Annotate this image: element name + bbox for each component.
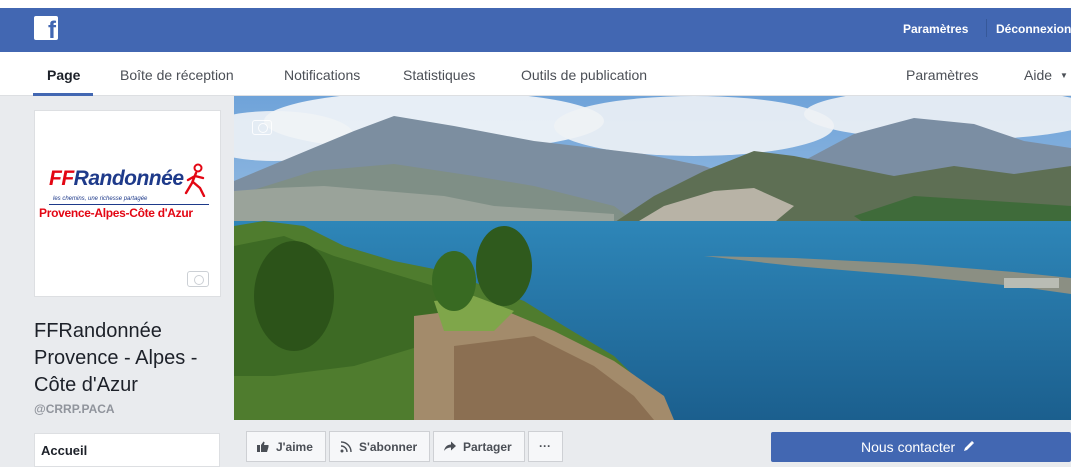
facebook-blue-bar: f Paramètres Déconnexion <box>0 8 1071 52</box>
hiker-logo-icon <box>184 163 206 197</box>
page-username[interactable]: @CRRP.PACA <box>34 402 115 416</box>
tab-notifications[interactable]: Notifications <box>284 67 360 83</box>
thumbs-up-icon <box>257 441 269 452</box>
top-settings-link[interactable]: Paramètres <box>903 22 968 36</box>
facebook-logo[interactable]: f <box>34 16 58 40</box>
rss-icon <box>340 441 352 453</box>
tab-publishing-tools[interactable]: Outils de publication <box>521 67 647 83</box>
tab-inbox[interactable]: Boîte de réception <box>120 67 234 83</box>
cover-photo[interactable] <box>234 96 1071 420</box>
sidebar-item-home[interactable]: Accueil <box>34 433 220 467</box>
lake-landscape-image <box>234 96 1071 420</box>
follow-button[interactable]: S'abonner <box>329 431 430 462</box>
like-button[interactable]: J'aime <box>246 431 326 462</box>
page-title: FFRandonnée Provence - Alpes - Côte d'Az… <box>34 320 198 396</box>
page-tab-bar: Page Boîte de réception Notifications St… <box>0 52 1071 96</box>
logo-region: Provence-Alpes-Côte d'Azur <box>39 206 193 220</box>
tab-statistics[interactable]: Statistiques <box>403 67 475 83</box>
chevron-down-icon[interactable]: ▼ <box>1060 71 1068 80</box>
tab-page[interactable]: Page <box>47 67 80 83</box>
logo-wordmark: FFRandonnée <box>49 167 184 190</box>
tab-help[interactable]: Aide <box>1024 67 1052 83</box>
logo-divider <box>49 204 209 205</box>
logout-link[interactable]: Déconnexion <box>996 22 1071 36</box>
camera-icon[interactable] <box>187 271 209 287</box>
pencil-icon <box>964 441 974 451</box>
ellipsis-icon: ··· <box>539 439 551 453</box>
logo-tagline: les chemins, une richesse partagée <box>53 196 148 202</box>
contact-us-button[interactable]: Nous contacter <box>771 432 1071 462</box>
tab-settings[interactable]: Paramètres <box>906 67 978 83</box>
more-options-button[interactable]: ··· <box>528 431 563 462</box>
share-arrow-icon <box>444 441 456 451</box>
share-button[interactable]: Partager <box>433 431 525 462</box>
top-separator <box>986 19 987 37</box>
sidebar-item-label: Accueil <box>41 443 88 458</box>
profile-picture[interactable]: FFRandonnée les chemins, une richesse pa… <box>34 110 221 297</box>
camera-icon[interactable] <box>252 120 272 135</box>
